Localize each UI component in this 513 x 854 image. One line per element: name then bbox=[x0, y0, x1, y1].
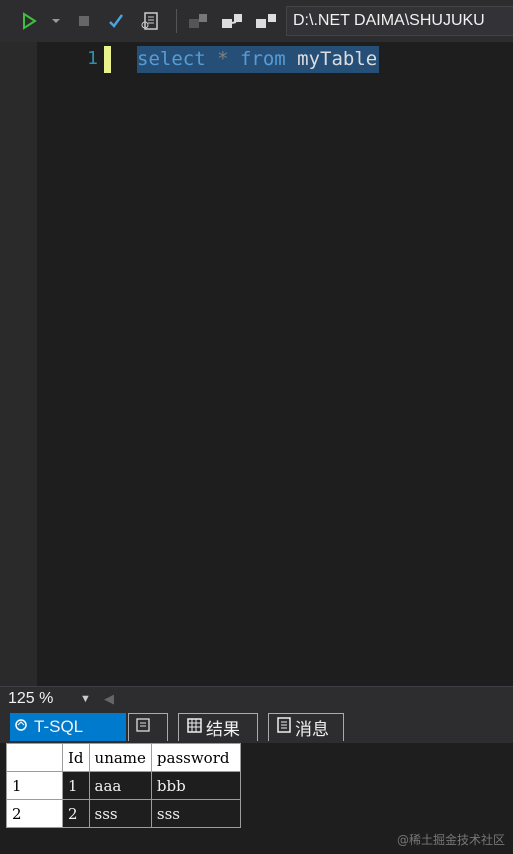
execute-dropdown-button[interactable] bbox=[48, 8, 64, 34]
checkmark-icon bbox=[109, 14, 124, 28]
stop-icon bbox=[79, 16, 89, 26]
keyword-from: from bbox=[239, 48, 286, 70]
row-number[interactable]: 2 bbox=[6, 799, 63, 828]
scroll-left-icon[interactable]: ◀ bbox=[104, 691, 114, 707]
table-cell[interactable]: aaa bbox=[88, 771, 152, 800]
operator-star: * bbox=[205, 48, 240, 70]
disconnect-button[interactable] bbox=[253, 8, 279, 34]
connect-button[interactable] bbox=[186, 8, 210, 34]
results-tabs: T-SQL 结果 消息 bbox=[0, 710, 513, 743]
watermark: @稀土掘金技术社区 bbox=[396, 833, 505, 847]
column-header-id[interactable]: Id bbox=[62, 743, 90, 772]
change-connection-icon bbox=[222, 14, 242, 28]
header-row: Id uname password bbox=[6, 743, 241, 772]
row-number[interactable]: 1 bbox=[6, 771, 63, 800]
execute-button[interactable] bbox=[18, 8, 40, 34]
stop-button[interactable] bbox=[74, 8, 94, 34]
disconnect-icon bbox=[256, 14, 276, 28]
zoom-bar: 125 % ▼ ◀ bbox=[0, 686, 513, 711]
display-plan-button[interactable] bbox=[138, 8, 162, 34]
tsql-icon bbox=[14, 717, 30, 738]
tab-results[interactable]: 结果 bbox=[178, 713, 258, 741]
grid-icon bbox=[187, 717, 202, 738]
tab-tsql[interactable]: T-SQL bbox=[10, 713, 126, 741]
toolbar-separator bbox=[176, 9, 177, 33]
zoom-level[interactable]: 125 % bbox=[8, 690, 53, 708]
table-row[interactable]: 1 1 aaa bbb bbox=[6, 771, 241, 800]
tab-plan[interactable] bbox=[128, 713, 168, 741]
keyword-select: select bbox=[137, 48, 206, 70]
editor-margin bbox=[0, 42, 37, 686]
play-icon bbox=[23, 12, 37, 30]
parse-button[interactable] bbox=[106, 8, 126, 34]
table-row[interactable]: 2 2 sss sss bbox=[6, 799, 241, 828]
chevron-down-icon bbox=[52, 19, 60, 23]
tab-results-label: 结果 bbox=[206, 720, 240, 739]
connect-icon bbox=[189, 14, 207, 28]
tab-tsql-label: T-SQL bbox=[34, 717, 84, 736]
plan-icon bbox=[141, 12, 158, 30]
table-cell[interactable]: 2 bbox=[62, 799, 90, 828]
toolbar: D:\.NET DAIMA\SHUJUKU bbox=[0, 0, 513, 43]
results-grid[interactable]: Id uname password 1 1 aaa bbb 2 2 sss ss… bbox=[6, 743, 241, 828]
table-cell[interactable]: sss bbox=[150, 799, 241, 828]
code-line[interactable]: select * from myTable bbox=[137, 46, 380, 73]
table-identifier: myTable bbox=[285, 48, 378, 70]
message-icon bbox=[277, 717, 291, 738]
change-connection-button[interactable] bbox=[219, 8, 245, 34]
query-plan-icon bbox=[135, 717, 151, 738]
connection-path-field[interactable]: D:\.NET DAIMA\SHUJUKU bbox=[286, 6, 513, 36]
table-cell[interactable]: sss bbox=[88, 799, 152, 828]
results-pane: Id uname password 1 1 aaa bbb 2 2 sss ss… bbox=[0, 743, 513, 854]
table-cell[interactable]: 1 bbox=[62, 771, 90, 800]
column-header-uname[interactable]: uname bbox=[88, 743, 152, 772]
query-editor[interactable]: 1 select * from myTable bbox=[0, 42, 513, 686]
grid-corner[interactable] bbox=[6, 743, 63, 772]
line-number: 1 bbox=[87, 48, 98, 69]
change-tracking-marker bbox=[104, 46, 111, 73]
column-header-password[interactable]: password bbox=[150, 743, 241, 772]
tab-messages-label: 消息 bbox=[295, 720, 329, 739]
zoom-dropdown-icon[interactable]: ▼ bbox=[80, 693, 91, 705]
table-cell[interactable]: bbb bbox=[150, 771, 241, 800]
tab-messages[interactable]: 消息 bbox=[268, 713, 344, 741]
